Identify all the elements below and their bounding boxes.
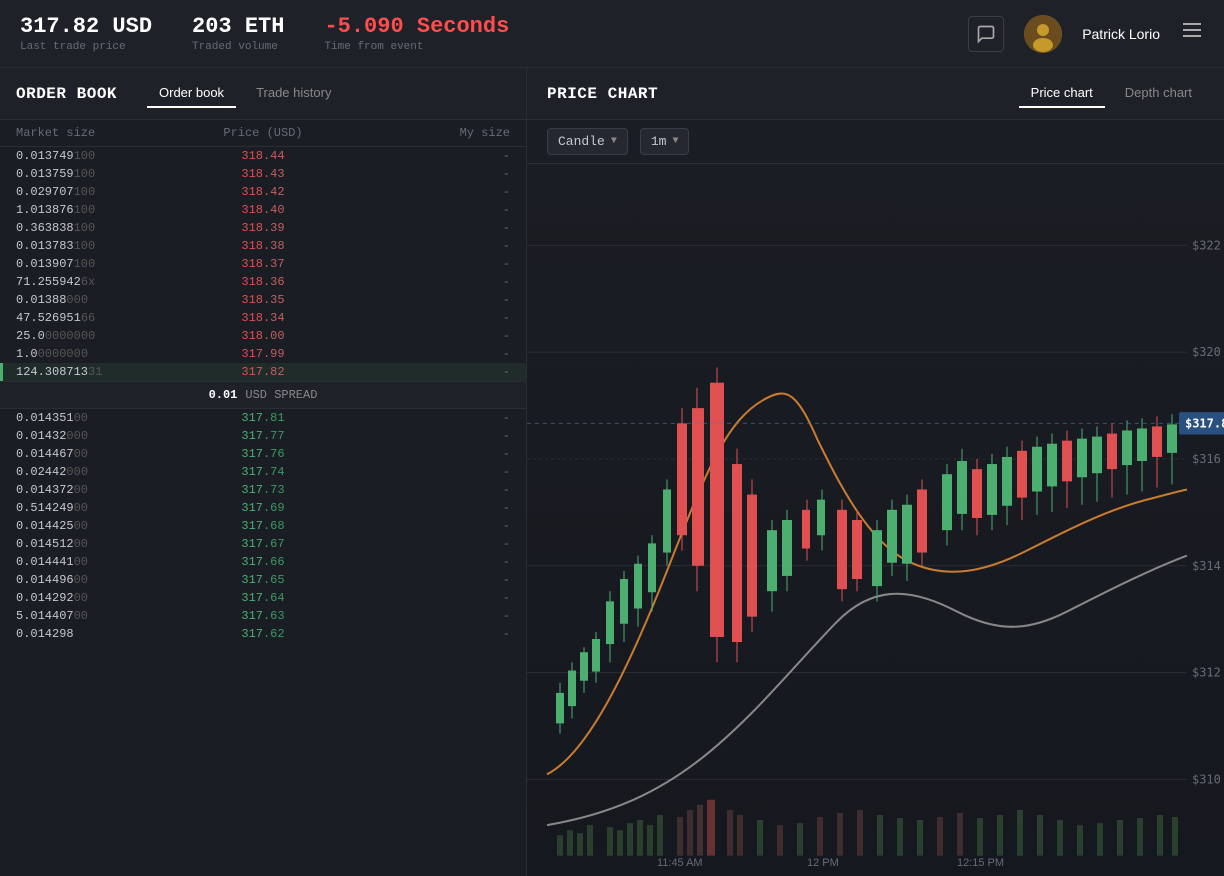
svg-text:$320: $320 (1192, 345, 1221, 359)
ask-row[interactable]: 0.013783100318.38- (0, 237, 526, 255)
bid-row[interactable]: 0.01444100317.66- (0, 553, 526, 571)
candle-dropdown-arrow: ▼ (611, 136, 617, 147)
col-market-size: Market size (16, 126, 181, 140)
svg-text:$310: $310 (1192, 772, 1221, 786)
ask-row[interactable]: 0.01388000318.35- (0, 291, 526, 309)
tab-order-book[interactable]: Order book (147, 79, 236, 108)
hamburger-menu-icon[interactable] (1180, 18, 1204, 49)
main-layout: ORDER BOOK Order book Trade history Mark… (0, 68, 1224, 876)
ask-row[interactable]: 25.00000000318.00- (0, 327, 526, 345)
bid-row[interactable]: 0.01442500317.68- (0, 517, 526, 535)
bid-row[interactable]: 0.01435100317.81- (0, 409, 526, 427)
bid-row[interactable]: 0.014298317.62- (0, 625, 526, 643)
time-from-event-stat: -5.090 Seconds Time from event (324, 14, 509, 53)
candlestick-chart: $322 $320 $316 $314 $312 $310 (527, 164, 1224, 876)
traded-volume-value: 203 ETH (192, 14, 284, 39)
svg-text:$314: $314 (1192, 559, 1221, 573)
svg-text:12 PM: 12 PM (807, 857, 839, 869)
order-book-header: ORDER BOOK Order book Trade history (0, 68, 526, 120)
avatar (1024, 15, 1062, 53)
time-from-event-label: Time from event (324, 41, 509, 53)
svg-text:$312: $312 (1192, 666, 1221, 680)
ask-row[interactable]: 0.363838100318.39- (0, 219, 526, 237)
bid-row[interactable]: 0.01429200317.64- (0, 589, 526, 607)
bid-row[interactable]: 0.02442000317.74- (0, 463, 526, 481)
current-price-indicator (0, 363, 3, 381)
last-trade-label: Last trade price (20, 41, 152, 53)
ask-row[interactable]: 1.00000000317.99- (0, 345, 526, 363)
tab-price-chart[interactable]: Price chart (1019, 79, 1105, 108)
svg-text:12:15 PM: 12:15 PM (957, 857, 1004, 869)
interval-dropdown-arrow: ▼ (672, 136, 678, 147)
svg-text:$317.82: $317.82 (1185, 416, 1224, 430)
ask-row[interactable]: 47.52695166318.34- (0, 309, 526, 327)
bid-row[interactable]: 0.01446700317.76- (0, 445, 526, 463)
order-book-panel: ORDER BOOK Order book Trade history Mark… (0, 68, 527, 876)
order-book-title: ORDER BOOK (16, 85, 117, 103)
chart-title: PRICE CHART (547, 85, 1011, 103)
traded-volume-stat: 203 ETH Traded volume (192, 14, 284, 53)
svg-text:$316: $316 (1192, 452, 1221, 466)
bid-row[interactable]: 0.01432000317.77- (0, 427, 526, 445)
traded-volume-label: Traded volume (192, 41, 284, 53)
order-book-columns: Market size Price (USD) My size (0, 120, 526, 147)
spread-value: 0.01 (209, 388, 238, 402)
last-trade-stat: 317.82 USD Last trade price (20, 14, 152, 53)
tab-trade-history[interactable]: Trade history (244, 79, 343, 108)
spread-bar: 0.01 USD SPREAD (0, 381, 526, 409)
top-bar-right: Patrick Lorio (968, 15, 1204, 53)
chart-header: PRICE CHART Price chart Depth chart (527, 68, 1224, 120)
ask-rows: 0.013749100318.44- 0.013759100318.43- 0.… (0, 147, 526, 381)
bid-row[interactable]: 0.01449600317.65- (0, 571, 526, 589)
bid-row[interactable]: 0.51424900317.69- (0, 499, 526, 517)
user-name: Patrick Lorio (1082, 26, 1160, 42)
ask-row[interactable]: 71.2559426x318.36- (0, 273, 526, 291)
ask-row[interactable]: 0.029707100318.42- (0, 183, 526, 201)
ask-row[interactable]: 0.013907100318.37- (0, 255, 526, 273)
chart-area: $322 $320 $316 $314 $312 $310 (527, 164, 1224, 876)
time-interval-label: 1m (651, 134, 667, 149)
time-interval-dropdown[interactable]: 1m ▼ (640, 128, 690, 155)
ask-row[interactable]: 0.013749100318.44- (0, 147, 526, 165)
spread-label: USD SPREAD (245, 388, 317, 402)
col-price-usd: Price (USD) (181, 126, 346, 140)
chat-icon[interactable] (968, 16, 1004, 52)
top-bar: 317.82 USD Last trade price 203 ETH Trad… (0, 0, 1224, 68)
svg-text:$322: $322 (1192, 238, 1221, 252)
ask-row[interactable]: 1.013876100318.40- (0, 201, 526, 219)
bid-row[interactable]: 0.01437200317.73- (0, 481, 526, 499)
price-chart-panel: PRICE CHART Price chart Depth chart Cand… (527, 68, 1224, 876)
candle-type-dropdown[interactable]: Candle ▼ (547, 128, 628, 155)
ask-row[interactable]: 0.013759100318.43- (0, 165, 526, 183)
chart-controls: Candle ▼ 1m ▼ (527, 120, 1224, 164)
bid-row[interactable]: 5.01440700317.63- (0, 607, 526, 625)
bid-rows: 0.01435100317.81- 0.01432000317.77- 0.01… (0, 409, 526, 876)
time-from-event-value: -5.090 Seconds (324, 14, 509, 39)
bid-row[interactable]: 0.01451200317.67- (0, 535, 526, 553)
svg-text:11:45 AM: 11:45 AM (657, 857, 703, 869)
ask-row-current[interactable]: 124.30871331317.82- (0, 363, 526, 381)
last-trade-value: 317.82 USD (20, 14, 152, 39)
candle-type-label: Candle (558, 134, 605, 149)
col-my-size: My size (345, 126, 510, 140)
tab-depth-chart[interactable]: Depth chart (1113, 79, 1204, 108)
